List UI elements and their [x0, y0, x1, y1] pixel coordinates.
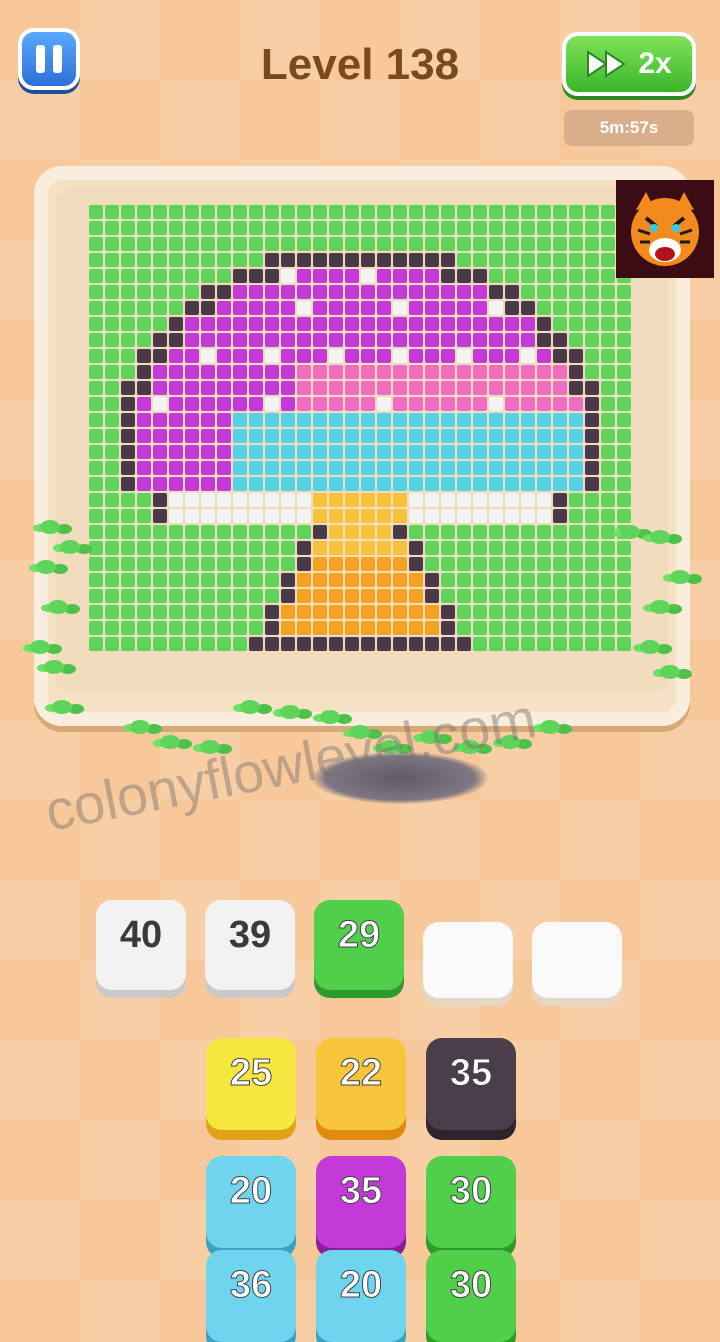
pixel-art-board	[89, 205, 631, 651]
speed-button[interactable]: 2x	[562, 32, 696, 96]
tiger-logo	[616, 180, 714, 278]
ant	[44, 660, 64, 674]
stack-tile[interactable]: 25	[206, 1038, 296, 1130]
stack-tile: 20	[316, 1250, 406, 1342]
ant	[130, 720, 150, 734]
ant	[40, 520, 60, 534]
speed-label: 2x	[638, 47, 672, 80]
ant	[650, 530, 670, 544]
ant	[52, 700, 72, 714]
ant	[60, 540, 80, 554]
queue-tile: 40	[96, 900, 186, 990]
stack-tile: 36	[206, 1250, 296, 1342]
empty-slot	[423, 922, 513, 998]
ant	[160, 735, 180, 749]
ant	[280, 705, 300, 719]
ant	[540, 720, 560, 734]
ant	[650, 600, 670, 614]
ant	[640, 640, 660, 654]
ant	[620, 525, 640, 539]
ant	[30, 640, 50, 654]
ant	[240, 700, 260, 714]
ant	[36, 560, 56, 574]
stack-tile[interactable]: 35	[426, 1038, 516, 1130]
stack-tile: 35	[316, 1156, 406, 1248]
ant	[670, 570, 690, 584]
fast-forward-icon	[587, 50, 627, 78]
empty-slot	[532, 922, 622, 998]
stack-tile: 20	[206, 1156, 296, 1248]
ant	[660, 665, 680, 679]
queue-tile: 29	[314, 900, 404, 990]
level-timer: 5m:57s	[564, 110, 694, 146]
stack-tile: 30	[426, 1156, 516, 1248]
stack-tile[interactable]: 22	[316, 1038, 406, 1130]
stack-tile: 30	[426, 1250, 516, 1342]
ant	[48, 600, 68, 614]
queue-tile: 39	[205, 900, 295, 990]
